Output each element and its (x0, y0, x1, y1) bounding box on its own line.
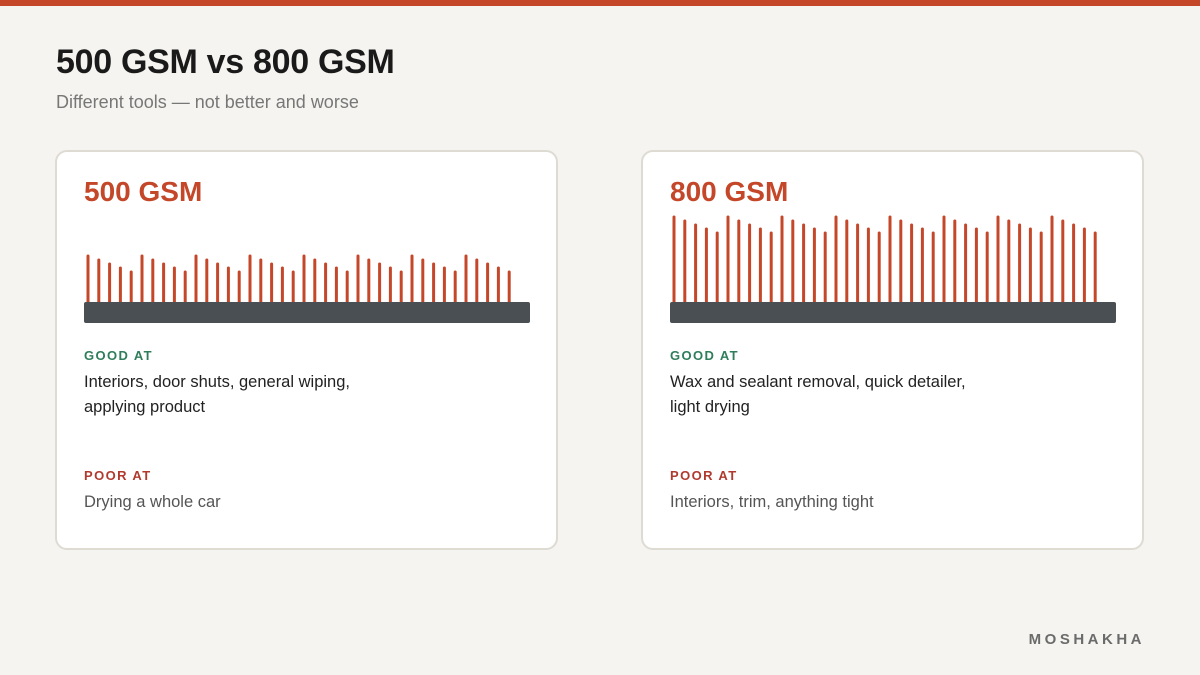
fiber-illustration-800 (670, 215, 1116, 323)
card-800-gsm: 800 GSM GOOD AT Wax and sealant removal,… (641, 150, 1144, 550)
poor-at-text: Drying a whole car (84, 493, 221, 511)
fiber-illustration-500 (84, 254, 530, 323)
poor-at-text: Interiors, trim, anything tight (670, 493, 874, 511)
page-title: 500 GSM vs 800 GSM (56, 43, 395, 81)
towel-base (670, 302, 1116, 323)
good-at-text: Interiors, door shuts, general wiping, a… (84, 373, 350, 416)
page-subtitle: Different tools — not better and worse (56, 92, 359, 112)
good-at-label: GOOD AT (670, 348, 740, 363)
good-at-label: GOOD AT (84, 348, 154, 363)
card-500-gsm: 500 GSM GOOD AT Interiors, door shuts, g… (55, 150, 558, 550)
towel-base (84, 302, 530, 323)
good-at-text: Wax and sealant removal, quick detailer,… (670, 373, 966, 416)
poor-at-label: POOR AT (84, 468, 152, 483)
brand-wordmark: MOSHAKHA (1028, 631, 1145, 648)
poor-at-label: POOR AT (670, 468, 738, 483)
top-accent-bar (0, 0, 1200, 6)
